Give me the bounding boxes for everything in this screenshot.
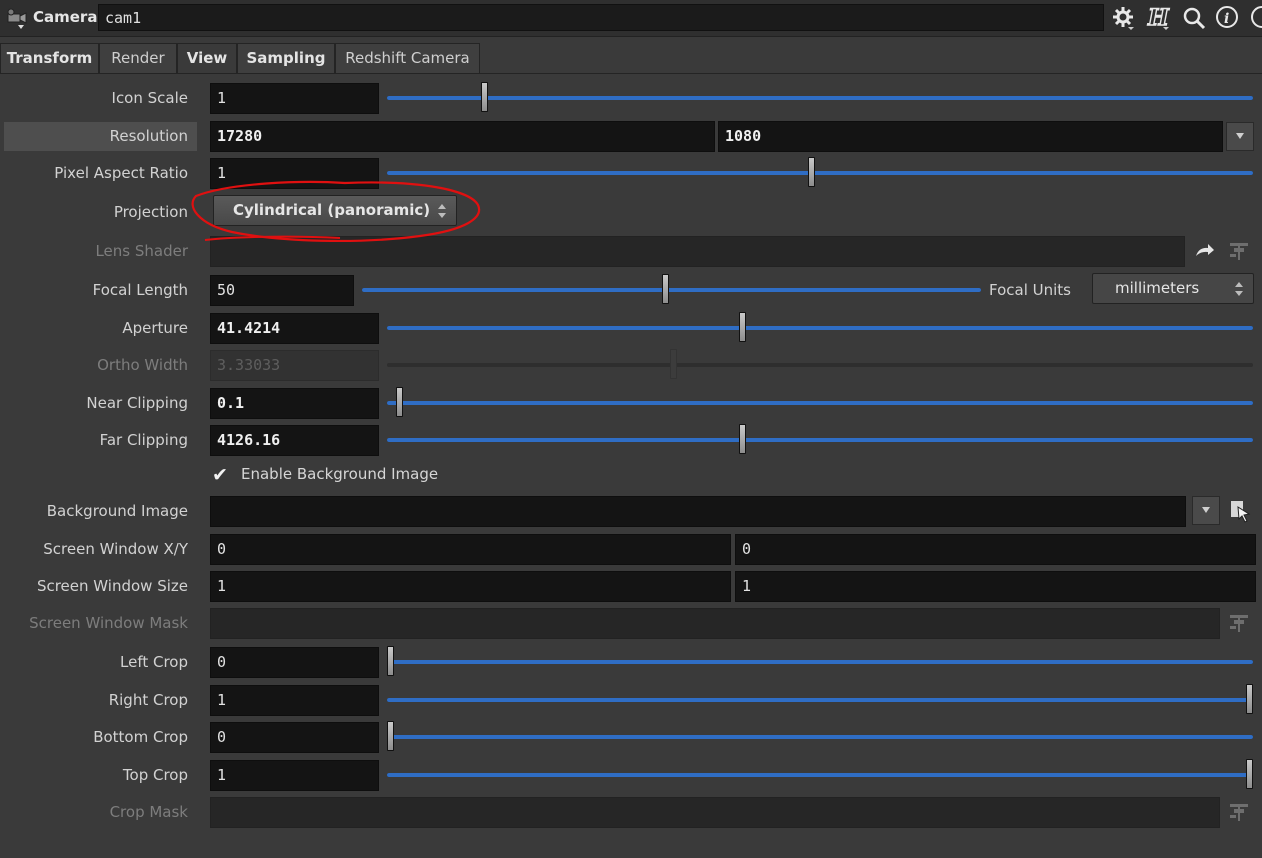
focal-length-label: Focal Length: [92, 281, 188, 299]
lens-shader-field: [210, 236, 1185, 267]
screen-window-size-x-field[interactable]: 1: [210, 571, 731, 602]
node-chooser-icon[interactable]: [1228, 240, 1250, 262]
focal-length-field[interactable]: 50: [210, 275, 354, 306]
bottom-crop-label: Bottom Crop: [93, 728, 188, 746]
camera-node-icon[interactable]: [4, 8, 30, 30]
left-crop-slider[interactable]: [387, 646, 1253, 676]
projection-label: Projection: [113, 203, 188, 221]
right-crop-slider[interactable]: [387, 684, 1253, 714]
tab-view[interactable]: View: [177, 43, 237, 74]
slider-handle[interactable]: [396, 387, 403, 417]
background-image-label: Background Image: [46, 502, 188, 520]
left-crop-label: Left Crop: [120, 653, 188, 671]
slider-handle[interactable]: [808, 157, 815, 187]
slider-handle[interactable]: [739, 424, 746, 454]
projection-value: Cylindrical (panoramic): [233, 201, 431, 219]
near-clipping-slider[interactable]: [387, 387, 1253, 417]
houdini-help-icon[interactable]: H: [1146, 5, 1172, 31]
background-image-dropdown[interactable]: [1192, 496, 1220, 525]
near-clipping-label: Near Clipping: [86, 394, 188, 412]
focal-units-dropdown[interactable]: millimeters: [1092, 273, 1254, 304]
enable-background-label: Enable Background Image: [241, 465, 439, 483]
dropdown-arrow-icon: [1202, 507, 1210, 513]
top-crop-slider[interactable]: [387, 759, 1253, 789]
slider-handle[interactable]: [739, 312, 746, 342]
slider-handle[interactable]: [1246, 684, 1253, 714]
screen-window-mask-field: [210, 608, 1220, 639]
gear-icon[interactable]: [1111, 5, 1137, 31]
info-icon[interactable]: i: [1215, 5, 1241, 31]
updown-arrows-icon: [1235, 282, 1243, 296]
aperture-label: Aperture: [122, 319, 188, 337]
far-clipping-slider[interactable]: [387, 424, 1253, 454]
aperture-field[interactable]: 41.4214: [210, 313, 379, 344]
background-image-field[interactable]: [210, 496, 1186, 527]
node-name-field[interactable]: cam1: [98, 4, 1104, 31]
updown-arrows-icon: [438, 204, 446, 218]
pixel-aspect-label: Pixel Aspect Ratio: [54, 164, 188, 182]
focal-length-slider[interactable]: [362, 274, 981, 304]
icon-scale-field[interactable]: 1: [210, 83, 379, 114]
screen-window-size-y-field[interactable]: 1: [735, 571, 1256, 602]
icon-scale-slider[interactable]: [387, 82, 1253, 112]
left-crop-field[interactable]: 0: [210, 647, 379, 678]
slider-handle: [670, 349, 677, 379]
top-crop-label: Top Crop: [122, 766, 188, 784]
screen-window-xy-label: Screen Window X/Y: [43, 540, 188, 558]
tab-transform[interactable]: Transform: [0, 43, 99, 74]
slider-handle[interactable]: [662, 274, 669, 304]
slider-handle[interactable]: [481, 82, 488, 112]
near-clipping-field[interactable]: 0.1: [210, 388, 379, 419]
screen-window-mask-label: Screen Window Mask: [29, 614, 188, 632]
enable-background-checkbox[interactable]: ✔: [212, 466, 230, 485]
parameter-header: Camera cam1 H i: [0, 0, 1262, 37]
node-type-label: Camera: [33, 8, 98, 26]
far-clipping-label: Far Clipping: [99, 431, 188, 449]
node-chooser-icon[interactable]: [1228, 801, 1250, 823]
ortho-width-field: 3.33033: [210, 350, 379, 381]
pixel-aspect-field[interactable]: 1: [210, 158, 379, 189]
tab-render[interactable]: Render: [99, 43, 177, 74]
screen-window-y-field[interactable]: 0: [735, 534, 1256, 565]
tab-redshift-camera[interactable]: Redshift Camera: [335, 43, 480, 74]
top-crop-field[interactable]: 1: [210, 760, 379, 791]
bottom-crop-field[interactable]: 0: [210, 722, 379, 753]
resolution-label: Resolution: [109, 127, 188, 145]
screen-window-size-label: Screen Window Size: [36, 577, 188, 595]
tab-divider: [0, 73, 1262, 74]
jump-arrow-icon[interactable]: [1193, 242, 1215, 260]
screen-window-x-field[interactable]: 0: [210, 534, 731, 565]
resolution-preset-dropdown[interactable]: [1226, 122, 1254, 151]
icon-scale-label: Icon Scale: [111, 89, 188, 107]
search-icon[interactable]: [1181, 5, 1207, 31]
far-clipping-field[interactable]: 4126.16: [210, 425, 379, 456]
focal-units-value: millimeters: [1115, 279, 1200, 297]
slider-handle[interactable]: [387, 721, 394, 751]
aperture-slider[interactable]: [387, 312, 1253, 342]
ortho-width-slider: [387, 349, 1253, 379]
resolution-height-field[interactable]: 1080: [718, 121, 1223, 152]
pixel-aspect-slider[interactable]: [387, 157, 1253, 187]
file-chooser-icon[interactable]: [1228, 498, 1252, 524]
right-crop-field[interactable]: 1: [210, 685, 379, 716]
projection-dropdown[interactable]: Cylindrical (panoramic): [213, 195, 457, 226]
ortho-width-label: Ortho Width: [97, 356, 188, 374]
tab-sampling[interactable]: Sampling: [237, 43, 335, 74]
lens-shader-label: Lens Shader: [95, 242, 188, 260]
node-chooser-icon[interactable]: [1228, 612, 1250, 634]
svg-text:i: i: [1224, 11, 1229, 27]
overflow-icon[interactable]: [1248, 5, 1262, 31]
dropdown-arrow-icon: [1236, 133, 1244, 139]
crop-mask-label: Crop Mask: [109, 803, 188, 821]
crop-mask-field: [210, 797, 1220, 828]
right-crop-label: Right Crop: [108, 691, 188, 709]
bottom-crop-slider[interactable]: [387, 721, 1253, 751]
focal-units-label: Focal Units: [989, 281, 1071, 299]
resolution-width-field[interactable]: 17280: [210, 121, 715, 152]
slider-handle[interactable]: [1246, 759, 1253, 789]
slider-handle[interactable]: [387, 646, 394, 676]
